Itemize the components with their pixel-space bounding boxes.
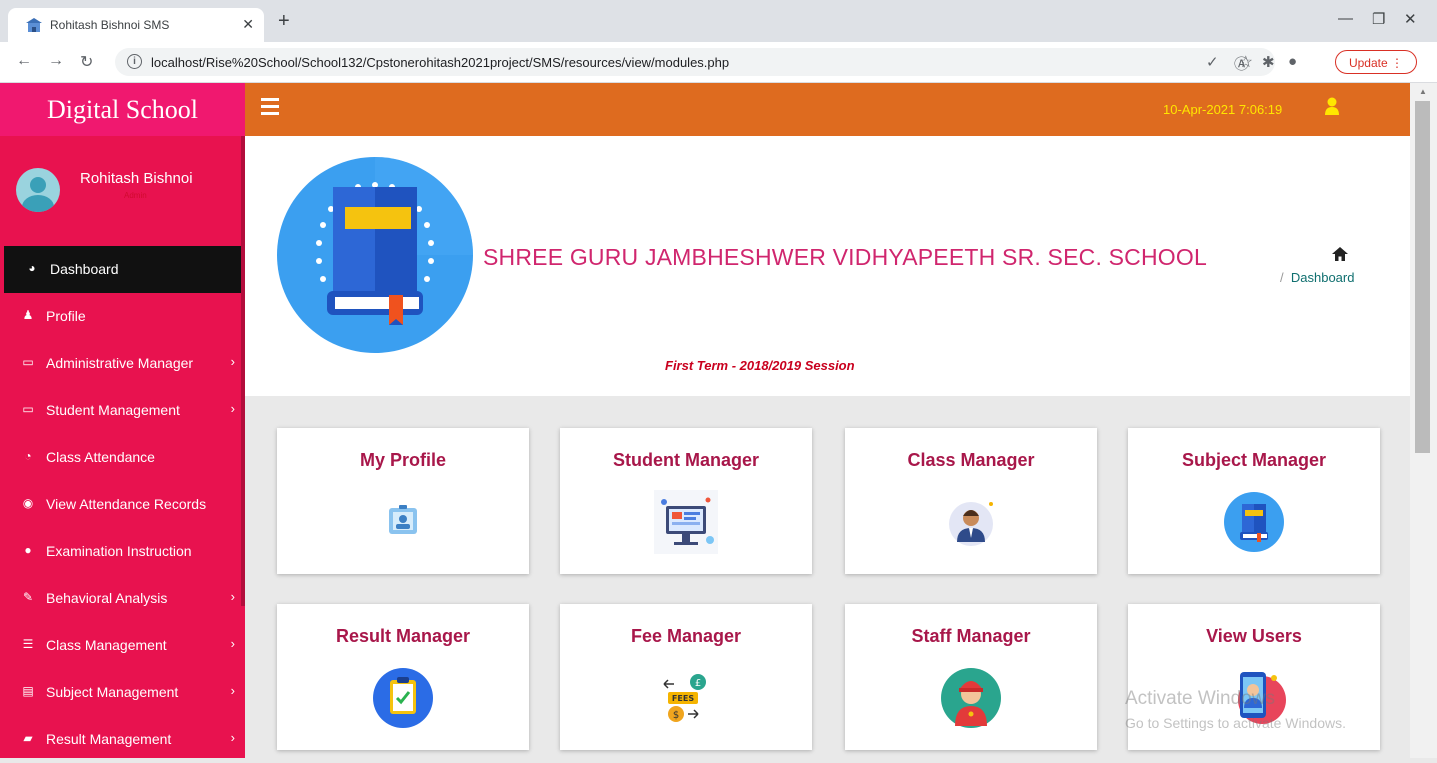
book-icon: [1224, 492, 1284, 552]
checkmark-extension-icon[interactable]: ✓: [1206, 53, 1219, 71]
browser-tab-bar: Rohitash Bishnoi SMS ✕ + — ❐ ✕: [0, 0, 1437, 42]
address-bar[interactable]: i localhost/Rise%20School/School132/Cpst…: [115, 48, 1275, 76]
update-button[interactable]: Update ⋮: [1335, 50, 1417, 74]
card-class-manager[interactable]: Class Manager: [845, 428, 1097, 574]
user-panel: Rohitash Bishnoi Admin: [0, 136, 245, 246]
new-tab-icon[interactable]: +: [278, 11, 290, 31]
file-icon: ▤: [22, 684, 34, 698]
url-text[interactable]: localhost/Rise%20School/School132/Cpston…: [151, 55, 729, 70]
breadcrumb-dashboard-link[interactable]: Dashboard: [1291, 270, 1355, 285]
eye-icon: ◉: [22, 496, 34, 510]
card-student-manager[interactable]: Student Manager: [560, 428, 812, 574]
sidebar-item-result-management[interactable]: ▰ Result Management ›: [0, 716, 245, 763]
chevron-right-icon: ›: [230, 354, 235, 369]
school-book-logo: [277, 157, 473, 353]
user-role: Admin: [124, 191, 147, 200]
user-avatar: [16, 168, 60, 212]
fees-money-icon: £ FEES $: [663, 674, 706, 722]
chevron-right-icon: ›: [230, 401, 235, 416]
hamburger-menu-icon[interactable]: [261, 98, 279, 119]
activate-windows-hint: Go to Settings to activate Windows.: [1125, 715, 1346, 731]
scroll-up-icon[interactable]: ▲: [1419, 87, 1427, 96]
sidebar-item-dashboard[interactable]: ◕ Dashboard: [0, 246, 245, 293]
brand-title[interactable]: Digital School: [0, 83, 245, 136]
svg-text:$: $: [673, 710, 679, 721]
chevron-right-icon: ›: [230, 683, 235, 698]
laptop-icon: ▭: [22, 355, 34, 369]
svg-text:£: £: [695, 678, 701, 689]
school-name: SHREE GURU JAMBHESHWER VIDHYAPEETH SR. S…: [483, 244, 1207, 270]
sidebar-item-view-attendance-records[interactable]: ◉ View Attendance Records: [0, 481, 245, 528]
card-my-profile[interactable]: My Profile: [277, 428, 529, 574]
browser-tab[interactable]: Rohitash Bishnoi SMS ✕: [8, 8, 264, 42]
card-fee-manager[interactable]: Fee Manager £ FEES $: [560, 604, 812, 750]
sidebar-item-class-attendance[interactable]: ◔ Class Attendance: [0, 434, 245, 481]
card-staff-manager[interactable]: Staff Manager: [845, 604, 1097, 750]
tab-close-icon[interactable]: ✕: [242, 16, 254, 33]
comment-icon: ●: [24, 543, 32, 557]
profile-avatar-icon[interactable]: ●: [1288, 53, 1297, 70]
sidebar-item-behavioral-analysis[interactable]: ✎ Behavioral Analysis ›: [0, 575, 245, 622]
list-icon: ☰: [22, 637, 34, 651]
tab-title: Rohitash Bishnoi SMS: [50, 18, 170, 32]
chevron-right-icon: ›: [230, 730, 235, 745]
puzzle-extensions-icon[interactable]: ✱: [1262, 53, 1275, 71]
datetime-display: 10-Apr-2021 7:06:19: [1163, 102, 1283, 117]
breadcrumb: / Dashboard: [1280, 270, 1355, 285]
computer-illustration-icon: [654, 490, 718, 554]
forward-icon[interactable]: →: [48, 52, 64, 70]
restore-icon[interactable]: ❐: [1372, 10, 1385, 28]
teacher-avatar-icon: [949, 502, 993, 546]
user-name: Rohitash Bishnoi: [80, 170, 193, 187]
activate-windows-title: Activate Windows: [1125, 688, 1275, 709]
user-icon: ♟: [22, 308, 34, 322]
edit-icon: ✎: [22, 590, 34, 604]
reload-icon[interactable]: ↻: [80, 52, 93, 72]
info-icon[interactable]: i: [127, 54, 142, 69]
back-icon[interactable]: ←: [16, 52, 32, 70]
laptop-icon: ▭: [22, 402, 34, 416]
home-icon[interactable]: [1332, 247, 1348, 261]
close-window-icon[interactable]: ✕: [1404, 10, 1417, 28]
sidebar-item-student-management[interactable]: ▭ Student Management ›: [0, 387, 245, 434]
svg-text:FEES: FEES: [672, 694, 694, 703]
id-badge-icon: [389, 505, 417, 534]
sidebar-item-administrative-manager[interactable]: ▭ Administrative Manager ›: [0, 340, 245, 387]
scrollbar-thumb[interactable]: [1415, 101, 1430, 453]
school-header: SHREE GURU JAMBHESHWER VIDHYAPEETH SR. S…: [245, 136, 1410, 396]
chevron-right-icon: ›: [230, 589, 235, 604]
sidebar-item-profile[interactable]: ♟ Profile: [0, 293, 245, 340]
staff-avatar-icon: [941, 668, 1001, 728]
extension-icon[interactable]: Ⓐ: [1234, 53, 1249, 74]
top-navbar: 10-Apr-2021 7:06:19: [245, 83, 1410, 136]
card-result-manager[interactable]: Result Manager: [277, 604, 529, 750]
sidebar: Digital School Rohitash Bishnoi Admin ◕ …: [0, 83, 245, 758]
dashboard-icon: ◕: [28, 261, 36, 275]
sidebar-item-subject-management[interactable]: ▤ Subject Management ›: [0, 669, 245, 716]
school-favicon-icon: [26, 18, 42, 32]
browser-toolbar: ← → ↻ i localhost/Rise%20School/School13…: [0, 42, 1437, 83]
pie-chart-icon: ◔: [24, 449, 32, 463]
page-scrollbar[interactable]: ▲: [1410, 83, 1437, 758]
card-subject-manager[interactable]: Subject Manager: [1128, 428, 1380, 574]
term-session: First Term - 2018/2019 Session: [665, 358, 855, 373]
minimize-icon[interactable]: —: [1338, 10, 1353, 27]
clipboard-check-icon: [373, 668, 433, 728]
chevron-right-icon: ›: [230, 636, 235, 651]
book-icon: ▰: [23, 731, 33, 745]
user-menu-icon[interactable]: [1325, 97, 1339, 115]
sidebar-item-examination-instruction[interactable]: ● Examination Instruction: [0, 528, 245, 575]
sidebar-item-class-management[interactable]: ☰ Class Management ›: [0, 622, 245, 669]
